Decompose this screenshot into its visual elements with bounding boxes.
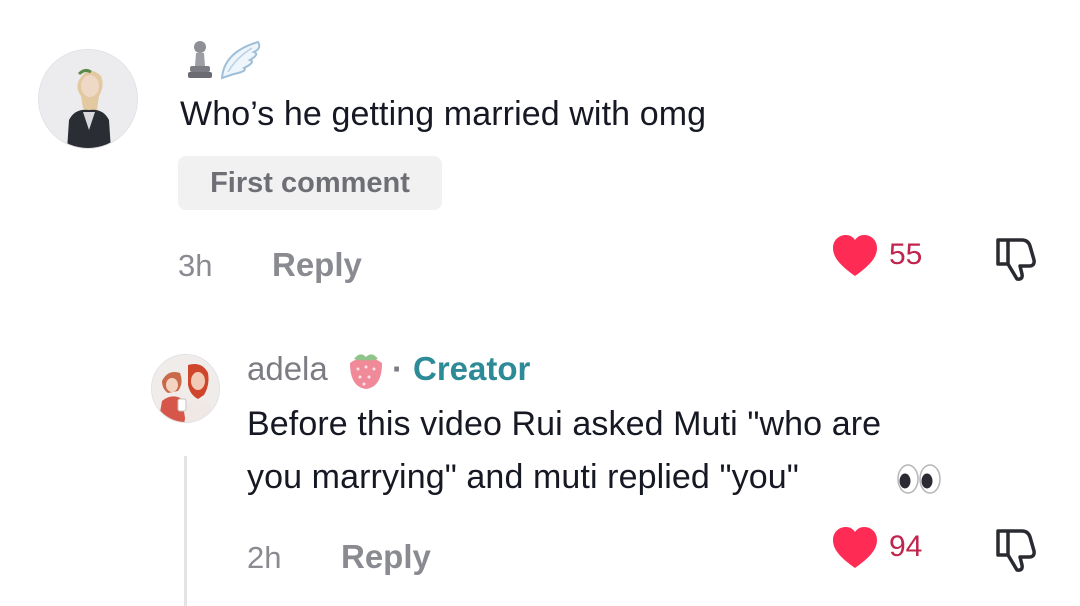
like-count: 55 xyxy=(889,238,923,271)
thumbs-down-icon xyxy=(996,529,1036,572)
like-button[interactable] xyxy=(831,234,879,283)
creator-label: Creator xyxy=(413,350,531,387)
reply-like-button[interactable] xyxy=(831,526,879,575)
reply-text-line-1: Before this video Rui asked Muti "who ar… xyxy=(247,405,882,443)
thread-line xyxy=(184,456,187,606)
dislike-button[interactable] xyxy=(990,234,1040,287)
reply-to-reply-button[interactable]: Reply xyxy=(341,538,431,576)
reply-dislike-button[interactable] xyxy=(990,525,1040,578)
reply-avatar[interactable] xyxy=(151,354,220,423)
thumbs-down-icon xyxy=(996,238,1036,281)
reply-button[interactable]: Reply xyxy=(272,246,362,284)
wing-icon xyxy=(218,38,264,85)
reply-username[interactable]: adela xyxy=(247,350,328,388)
heart-icon xyxy=(833,235,877,276)
commenter-avatar[interactable] xyxy=(38,49,138,149)
comment-timestamp: 3h xyxy=(178,248,213,283)
heart-icon xyxy=(833,527,877,568)
comment-text: Who’s he getting married with omg xyxy=(180,95,707,133)
avatar-photo xyxy=(39,50,137,148)
strawberry-icon xyxy=(344,347,386,396)
separator-dot: · xyxy=(392,350,403,387)
avatar-photo xyxy=(152,355,219,422)
reply-text-line-2: you marrying" and muti replied "you" xyxy=(247,458,799,496)
first-comment-badge: First comment xyxy=(178,156,442,210)
reply-timestamp: 2h xyxy=(247,540,282,575)
chess-pawn-icon xyxy=(185,38,215,85)
eyes-icon xyxy=(896,462,942,501)
reply-like-count: 94 xyxy=(889,530,923,563)
